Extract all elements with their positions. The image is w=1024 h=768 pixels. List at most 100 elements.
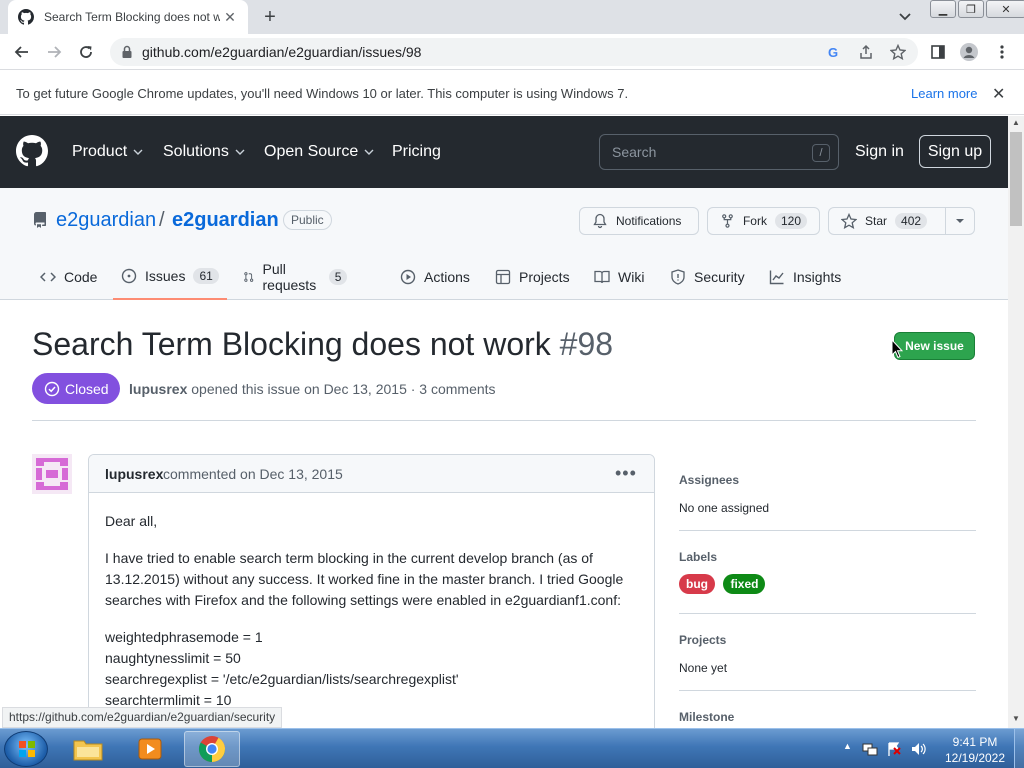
lock-icon[interactable] (120, 45, 134, 59)
back-icon[interactable] (12, 42, 32, 62)
scroll-down-arrow-icon[interactable]: ▼ (1008, 712, 1024, 726)
labels-heading[interactable]: Labels (679, 550, 976, 564)
browser-tab[interactable]: Search Term Blocking does not w ✕ (8, 0, 248, 34)
assignees-heading[interactable]: Assignees (679, 473, 976, 487)
label-fixed[interactable]: fixed (723, 574, 766, 594)
taskbar-media-player[interactable] (122, 731, 178, 767)
google-translate-icon[interactable]: G (826, 44, 842, 60)
comment-date[interactable]: commented on Dec 13, 2015 (163, 466, 343, 482)
volume-icon[interactable] (910, 741, 926, 757)
new-issue-button[interactable]: New issue (894, 332, 975, 360)
repo-name-link[interactable]: e2guardian (172, 209, 279, 232)
sign-up-button[interactable]: Sign up (919, 135, 991, 168)
tab-security[interactable]: Security (670, 254, 745, 300)
fork-icon (722, 214, 733, 228)
bookmark-star-icon[interactable] (890, 44, 906, 60)
search-input[interactable] (600, 135, 800, 169)
shield-icon (671, 269, 685, 285)
comment-header: lupusrex commented on Dec 13, 2015 ••• (89, 455, 654, 493)
chevron-down-icon (364, 149, 374, 155)
mouse-cursor-icon (891, 339, 903, 359)
show-desktop-button[interactable] (1014, 729, 1024, 768)
labels-list: bug fixed (679, 574, 976, 594)
scroll-up-arrow-icon[interactable]: ▲ (1008, 116, 1024, 130)
new-tab-icon[interactable]: + (258, 6, 282, 28)
comment-author-link[interactable]: lupusrex (105, 466, 163, 482)
issue-author-link[interactable]: lupusrex (129, 381, 187, 397)
comment-body: Dear all, I have tried to enable search … (105, 511, 635, 711)
media-player-icon (138, 738, 162, 760)
sidebar-divider (679, 690, 976, 691)
star-dropdown-button[interactable] (945, 207, 975, 235)
taskbar-chrome[interactable] (184, 731, 240, 767)
repo-icon (33, 212, 46, 228)
nav-product[interactable]: Product (72, 143, 143, 161)
infobar-close-icon[interactable]: ✕ (992, 84, 1005, 104)
tab-actions-label: Actions (424, 269, 470, 285)
share-icon[interactable] (858, 44, 874, 60)
repo-owner-link[interactable]: e2guardian (56, 209, 156, 232)
issue-state-label: Closed (65, 380, 109, 397)
reload-icon[interactable] (76, 42, 96, 62)
fork-button[interactable]: Fork 120 (707, 207, 820, 235)
tab-pull-requests[interactable]: Pull requests 5 (243, 254, 348, 300)
graph-icon (769, 270, 784, 285)
tab-search-chevron-icon[interactable] (895, 8, 915, 26)
projects-heading[interactable]: Projects (679, 633, 976, 647)
code-icon (40, 272, 56, 282)
avatar[interactable] (32, 454, 72, 494)
chrome-menu-icon[interactable] (992, 42, 1012, 62)
tab-actions[interactable]: Actions (400, 254, 470, 300)
play-circle-icon (400, 269, 416, 285)
sidebar-divider (679, 613, 976, 614)
address-bar[interactable]: github.com/e2guardian/e2guardian/issues/… (110, 38, 918, 66)
nav-open-source[interactable]: Open Source (264, 143, 374, 161)
forward-icon[interactable] (44, 42, 64, 62)
tab-insights-label: Insights (793, 269, 842, 285)
label-bug[interactable]: bug (679, 574, 715, 594)
sign-in-link[interactable]: Sign in (855, 143, 904, 161)
github-header: Product Solutions Open Source Pricing / … (0, 116, 1008, 188)
window-close-icon[interactable]: ✕ (986, 0, 1024, 18)
scroll-thumb[interactable] (1010, 132, 1022, 226)
tab-wiki[interactable]: Wiki (594, 254, 644, 300)
taskbar-clock[interactable]: 9:41 PM 12/19/2022 (940, 734, 1010, 766)
nav-pricing[interactable]: Pricing (392, 143, 441, 161)
system-tray: ▲ (843, 741, 926, 757)
notifications-button[interactable]: Notifications (579, 207, 699, 235)
page-scrollbar[interactable]: ▲ ▼ (1008, 116, 1024, 728)
tab-insights[interactable]: Insights (769, 254, 841, 300)
restore-icon[interactable]: ❐ (958, 0, 984, 18)
assignees-value: No one assigned (679, 501, 770, 515)
tab-security-label: Security (694, 269, 745, 285)
url-text[interactable]: github.com/e2guardian/e2guardian/issues/… (142, 44, 421, 60)
nav-solutions[interactable]: Solutions (163, 143, 245, 161)
tab-projects[interactable]: Projects (495, 254, 570, 300)
github-logo-icon[interactable] (16, 135, 48, 167)
tab-strip: Search Term Blocking does not w ✕ + ▁ ❐ … (0, 0, 1024, 34)
issue-closed-icon (44, 381, 60, 396)
clock-time: 9:41 PM (952, 735, 998, 749)
notifications-label: Notifications (616, 214, 682, 228)
tab-close-icon[interactable]: ✕ (222, 9, 238, 25)
tab-code[interactable]: Code (40, 254, 97, 300)
start-button[interactable] (4, 731, 48, 767)
tab-issues-count: 61 (193, 268, 219, 284)
status-url-bubble: https://github.com/e2guardian/e2guardian… (2, 707, 283, 728)
chevron-down-icon (133, 149, 143, 155)
github-search[interactable]: / (599, 134, 839, 170)
kebab-menu-icon[interactable]: ••• (615, 463, 637, 484)
taskbar-explorer[interactable] (60, 731, 116, 767)
side-panel-icon[interactable] (928, 42, 948, 62)
minimize-icon[interactable]: ▁ (930, 0, 956, 18)
action-center-flag-icon[interactable] (886, 741, 902, 757)
nav-product-label: Product (72, 143, 128, 160)
learn-more-link[interactable]: Learn more (911, 86, 977, 101)
milestone-heading[interactable]: Milestone (679, 710, 976, 724)
network-icon[interactable] (862, 741, 878, 757)
tab-issues[interactable]: Issues 61 (113, 254, 227, 300)
profile-avatar-icon[interactable] (959, 42, 979, 62)
star-button[interactable]: Star 402 (828, 207, 946, 235)
show-hidden-icons-icon[interactable]: ▲ (843, 741, 852, 757)
issue-state-badge: Closed (32, 373, 120, 404)
